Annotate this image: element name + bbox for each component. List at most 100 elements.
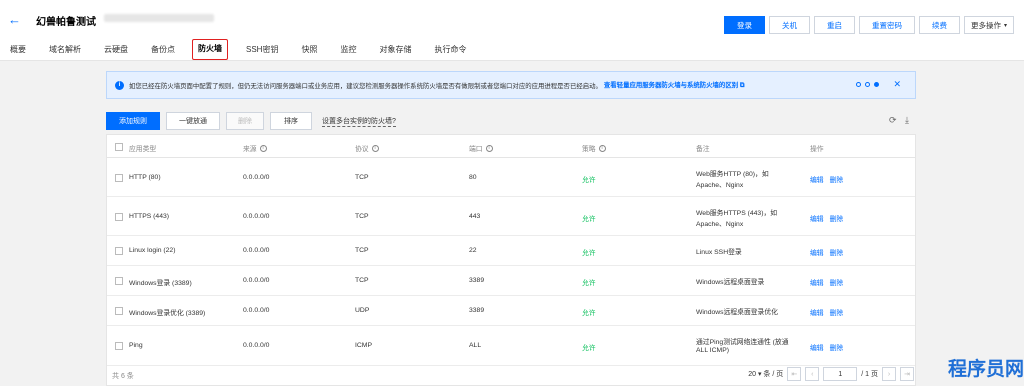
row-checkbox[interactable] (115, 307, 123, 315)
tab-overview[interactable]: 概要 (10, 40, 26, 60)
rule-remark-line1: Linux SSH登录 (696, 249, 742, 256)
watermark: 程序员网 (874, 344, 1024, 386)
add-rule-button[interactable]: 添加规则 (106, 112, 160, 130)
page-title: 幻兽帕鲁测试 (36, 17, 96, 28)
col-type-label: 应用类型 (129, 146, 157, 153)
edit-link[interactable]: 编辑 (810, 280, 824, 287)
reset-password-button[interactable]: 重置密码 (858, 16, 915, 34)
tab-firewall[interactable]: 防火墙 (192, 39, 228, 60)
rule-policy: 允许 (582, 310, 596, 317)
sort-button[interactable]: 排序 (270, 112, 312, 130)
allow-all-button[interactable]: 一键放通 (166, 112, 220, 130)
arrow-left-icon[interactable]: ← (8, 12, 21, 27)
rule-protocol: ICMP (355, 342, 372, 349)
row-checkbox[interactable] (115, 342, 123, 350)
row-checkbox[interactable] (115, 213, 123, 221)
delete-link[interactable]: 删除 (830, 216, 844, 223)
shutdown-button[interactable]: 关机 (768, 16, 810, 34)
help-icon[interactable]: i (259, 144, 267, 152)
edit-link[interactable]: 编辑 (810, 216, 824, 223)
close-icon[interactable]: ✕ (893, 79, 901, 90)
rules-toolbar: 添加规则 一键放通 删除 排序 设置多台实例的防火墙? ⟳ ⤓ (106, 112, 916, 130)
rule-remark-line1: Windows远程桌面登录优化 (696, 309, 778, 316)
delete-link[interactable]: 删除 (830, 177, 844, 184)
rule-type: HTTP (80) (129, 174, 161, 181)
rule-protocol: TCP (355, 247, 369, 254)
rule-policy: 允许 (582, 216, 596, 223)
edit-link[interactable]: 编辑 (810, 345, 824, 352)
rule-remark-line1: Web服务HTTP (80)，如 (696, 171, 769, 178)
rule-port: 3389 (469, 307, 485, 314)
rule-policy: 允许 (582, 280, 596, 287)
tab-backup[interactable]: 备份点 (151, 40, 175, 60)
rule-policy: 允许 (582, 345, 596, 352)
delete-link[interactable]: 删除 (830, 310, 844, 317)
header-actions: 登录 关机 重启 重置密码 续费 更多操作 ▾ (723, 16, 1014, 34)
table-row: Linux login (22) 0.0.0.0/0 TCP 22 允许 Lin… (107, 236, 915, 266)
col-source-label: 来源 (243, 146, 257, 153)
firewall-rules-table: 应用类型 来源 i 协议 i 端口 i 策略 i 备注 操作 HTTP (80) 0.0… (106, 134, 916, 386)
select-all-checkbox[interactable] (115, 143, 123, 151)
tab-object-storage[interactable]: 对象存储 (379, 40, 411, 60)
top-header: ← 幻兽帕鲁测试 登录 关机 重启 重置密码 续费 更多操作 ▾ (0, 0, 1024, 40)
tab-run-command[interactable]: 执行命令 (434, 40, 466, 60)
rule-source: 0.0.0.0/0 (243, 277, 270, 284)
page-size-select[interactable]: 20 ▾ 条 / 页 (748, 369, 783, 379)
rule-remark-line1: Windows远程桌面登录 (696, 279, 765, 286)
col-policy: 策略 i (582, 143, 606, 153)
table-footer: 共 6 条 20 ▾ 条 / 页 ⇤ ‹ 1 / 1 页 › ⇥ (106, 364, 916, 386)
edit-link[interactable]: 编辑 (810, 310, 824, 317)
prev-page-icon[interactable]: ‹ (805, 367, 820, 381)
tab-ssh-key[interactable]: SSH密钥 (246, 40, 278, 60)
renew-button[interactable]: 续费 (918, 16, 960, 34)
more-actions-label: 更多操作 (970, 20, 1001, 30)
rule-port: 80 (469, 174, 477, 181)
rule-port: ALL (469, 342, 482, 349)
firewall-difference-link[interactable]: 查看轻量应用服务器防火墙与系统防火墙的区别 ⧉ (604, 80, 745, 90)
pager-dot-active[interactable] (874, 82, 879, 87)
help-icon[interactable]: i (485, 144, 493, 152)
rule-remark-line2: Apache、Nginx (696, 182, 744, 189)
restart-button[interactable]: 重启 (813, 16, 855, 34)
page-input[interactable]: 1 (823, 367, 858, 381)
rule-type: Windows登录 (3389) (129, 280, 192, 287)
tab-monitoring[interactable]: 监控 (340, 40, 356, 60)
info-notice: i 如您已经在防火墙页面中配置了规则，但仍无法访问服务器端口或业务应用，建议您检… (106, 71, 916, 99)
refresh-icon[interactable]: ⟳ (889, 115, 897, 126)
row-checkbox[interactable] (115, 174, 123, 182)
pager-dot[interactable] (856, 82, 861, 87)
login-button[interactable]: 登录 (723, 16, 765, 34)
delete-link[interactable]: 删除 (830, 280, 844, 287)
delete-button[interactable]: 删除 (226, 112, 264, 130)
row-actions: 编辑 删除 (810, 247, 849, 257)
pager-dot[interactable] (865, 82, 870, 87)
tab-dns[interactable]: 域名解析 (49, 40, 81, 60)
rule-remark-line1: Web服务HTTPS (443)，如 (696, 210, 778, 217)
help-icon[interactable]: i (371, 144, 379, 152)
instance-id-blurred (104, 14, 214, 22)
rule-port: 22 (469, 247, 477, 254)
watermark-text: 程序员网 (947, 358, 1024, 380)
row-actions: 编辑 删除 (810, 174, 849, 184)
tab-snapshot[interactable]: 快照 (301, 40, 317, 60)
delete-link[interactable]: 删除 (830, 250, 844, 257)
row-checkbox[interactable] (115, 247, 123, 255)
tab-cloud-disk[interactable]: 云硬盘 (104, 40, 128, 60)
table-row: Windows登录 (3389) 0.0.0.0/0 TCP 3389 允许 W… (107, 266, 915, 296)
first-page-icon[interactable]: ⇤ (787, 367, 802, 381)
col-protocol-label: 协议 (355, 146, 369, 153)
col-actions: 操作 (810, 143, 824, 153)
row-checkbox[interactable] (115, 277, 123, 285)
edit-link[interactable]: 编辑 (810, 250, 824, 257)
col-policy-label: 策略 (582, 146, 596, 153)
col-port: 端口 i (469, 143, 493, 153)
download-icon[interactable]: ⤓ (905, 115, 909, 126)
delete-link[interactable]: 删除 (830, 345, 844, 352)
col-port-label: 端口 (469, 146, 483, 153)
rule-source: 0.0.0.0/0 (243, 174, 270, 181)
more-actions-dropdown[interactable]: 更多操作 ▾ (963, 16, 1014, 34)
multi-instance-firewall-link[interactable]: 设置多台实例的防火墙? (322, 116, 396, 127)
help-icon[interactable]: i (598, 144, 606, 152)
col-source: 来源 i (243, 143, 267, 153)
edit-link[interactable]: 编辑 (810, 177, 824, 184)
